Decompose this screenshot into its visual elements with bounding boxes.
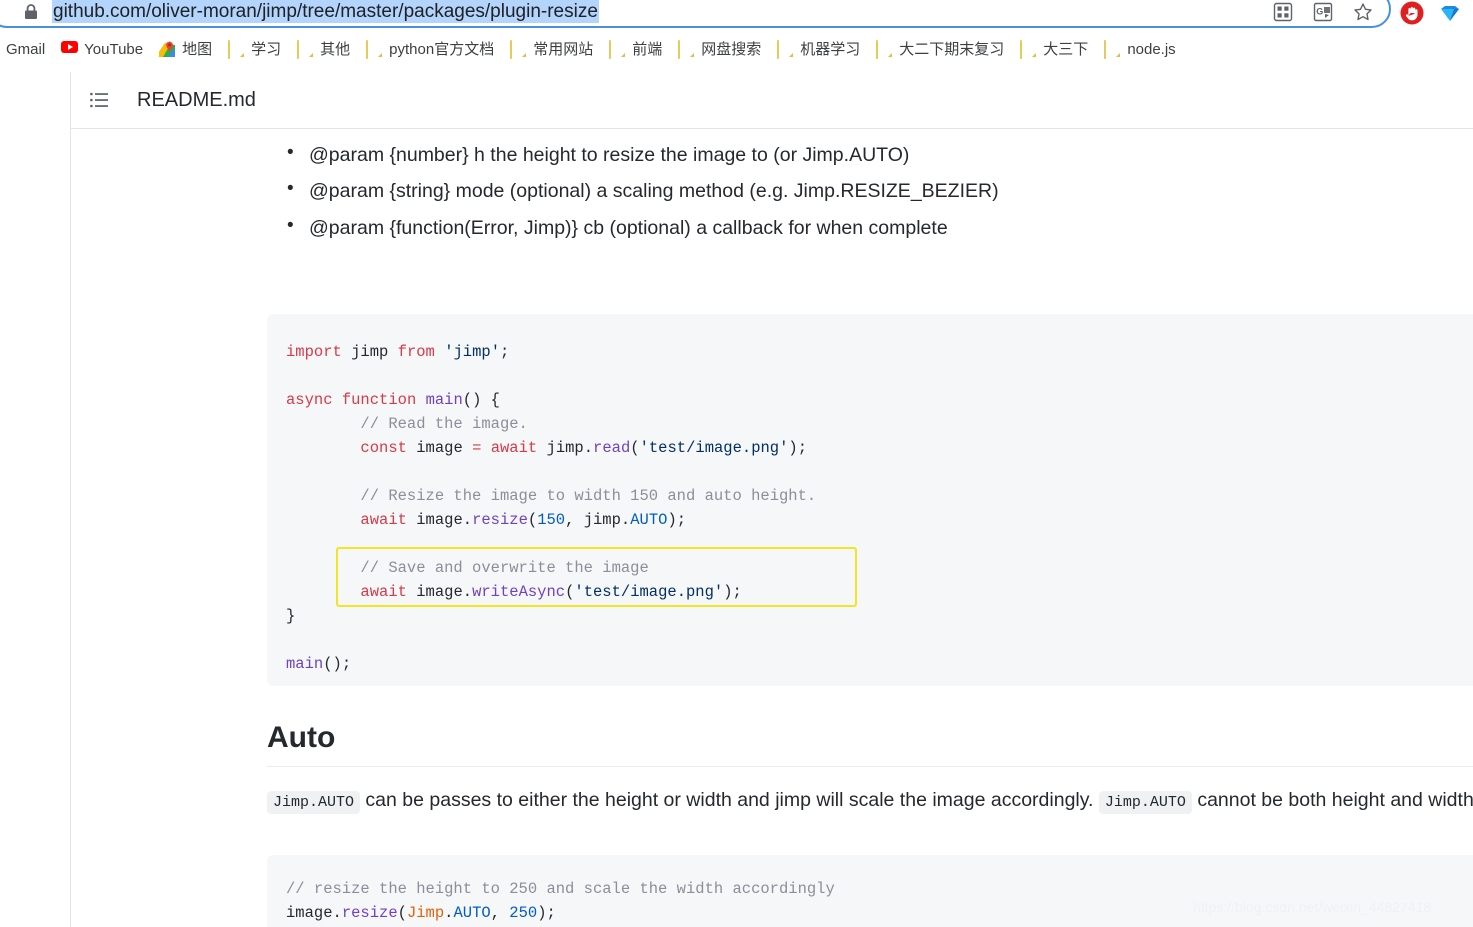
section-heading-auto: Auto: [267, 721, 336, 754]
bookmark-folder-common-sites[interactable]: 常用网站: [504, 36, 599, 62]
bookmark-folder-junior-term[interactable]: 大三下: [1014, 36, 1094, 62]
browser-window: github.com/oliver-moran/jimp/tree/master…: [0, 0, 1473, 927]
bookmark-star-icon[interactable]: [1352, 1, 1374, 23]
heading-divider: [267, 766, 1473, 767]
omnibox-row: github.com/oliver-moran/jimp/tree/master…: [0, 0, 1473, 30]
bookmark-item-youtube[interactable]: YouTube: [55, 36, 149, 62]
bookmark-folder-nodejs[interactable]: node.js: [1098, 36, 1181, 62]
bookmark-label: Gmail: [6, 40, 46, 58]
page-content: README.md @param {number} h the height t…: [70, 72, 1473, 927]
bookmark-label: 地图: [182, 40, 213, 58]
folder-icon: [1104, 40, 1120, 59]
watermark: https://blog.csdn.net/weixin_44827418: [1193, 899, 1432, 915]
param-list: @param {number} h the height to resize t…: [287, 141, 1409, 252]
bookmark-folder-sophomore-review[interactable]: 大二下期末复习: [870, 36, 1010, 62]
bookmark-label: YouTube: [84, 40, 144, 58]
extension-diamond-icon[interactable]: [1437, 0, 1463, 26]
bookmark-folder-python-docs[interactable]: python官方文档: [360, 36, 500, 62]
bookmark-item-maps[interactable]: 地图: [153, 36, 218, 62]
youtube-icon: [61, 41, 79, 57]
folder-icon: [876, 40, 892, 59]
lock-icon: [25, 4, 37, 19]
bookmark-label: 机器学习: [800, 40, 861, 58]
folder-icon: [366, 40, 382, 59]
folder-icon: [777, 40, 793, 59]
svg-text:G: G: [1316, 7, 1323, 17]
bookmark-label: python官方文档: [389, 40, 495, 58]
code-block-example: import jimp from 'jimp'; async function …: [267, 314, 1473, 686]
bookmark-folder-qita[interactable]: 其他: [291, 36, 356, 62]
file-name-label: README.md: [137, 88, 256, 111]
folder-icon: [1020, 40, 1036, 59]
auto-description-paragraph: Jimp.AUTO can be passes to either the he…: [267, 787, 1473, 814]
paragraph-text: can be passes to either the height or wi…: [360, 789, 1099, 811]
adblock-icon[interactable]: [1399, 0, 1425, 26]
bookmark-item-gmail[interactable]: Gmail: [0, 36, 51, 62]
list-item: @param {string} mode (optional) a scalin…: [287, 177, 1409, 203]
apps-grid-icon[interactable]: [1272, 1, 1294, 23]
translate-icon[interactable]: G: [1312, 1, 1334, 23]
bookmark-label: 大三下: [1043, 40, 1089, 58]
bookmark-folder-machine-learning[interactable]: 机器学习: [771, 36, 866, 62]
folder-icon: [510, 40, 526, 59]
bookmark-folder-xuexi[interactable]: 学习: [222, 36, 287, 62]
list-item: @param {number} h the height to resize t…: [287, 141, 1409, 167]
bookmark-label: 网盘搜索: [701, 40, 762, 58]
inline-code-jimp-auto: Jimp.AUTO: [267, 791, 361, 814]
folder-icon: [678, 40, 694, 59]
folder-icon: [297, 40, 313, 59]
bookmark-label: 前端: [632, 40, 663, 58]
bookmark-label: 常用网站: [533, 40, 594, 58]
bookmark-folder-netdisk-search[interactable]: 网盘搜索: [672, 36, 767, 62]
folder-icon: [228, 40, 244, 59]
folder-icon: [609, 40, 625, 59]
code-block-auto-examples: // resize the height to 250 and scale th…: [267, 855, 1473, 927]
bookmark-label: node.js: [1127, 40, 1176, 58]
list-item: @param {function(Error, Jimp)} cb (optio…: [287, 214, 1409, 240]
url-text[interactable]: github.com/oliver-moran/jimp/tree/master…: [52, 0, 599, 23]
bookmark-folder-frontend[interactable]: 前端: [603, 36, 668, 62]
bookmarks-bar: Gmail YouTube 地图 学习 其他 python官方文档 常用网站 前…: [0, 34, 1473, 64]
inline-code-jimp-auto: Jimp.AUTO: [1098, 791, 1192, 814]
bookmark-label: 大二下期末复习: [899, 40, 1005, 58]
readme-file-header: README.md: [71, 72, 1473, 129]
bookmark-label: 其他: [320, 40, 351, 58]
bookmark-label: 学习: [251, 40, 282, 58]
google-maps-icon: [159, 41, 176, 57]
paragraph-text: cannot be both height and width.: [1191, 789, 1473, 811]
list-icon[interactable]: [90, 92, 108, 108]
